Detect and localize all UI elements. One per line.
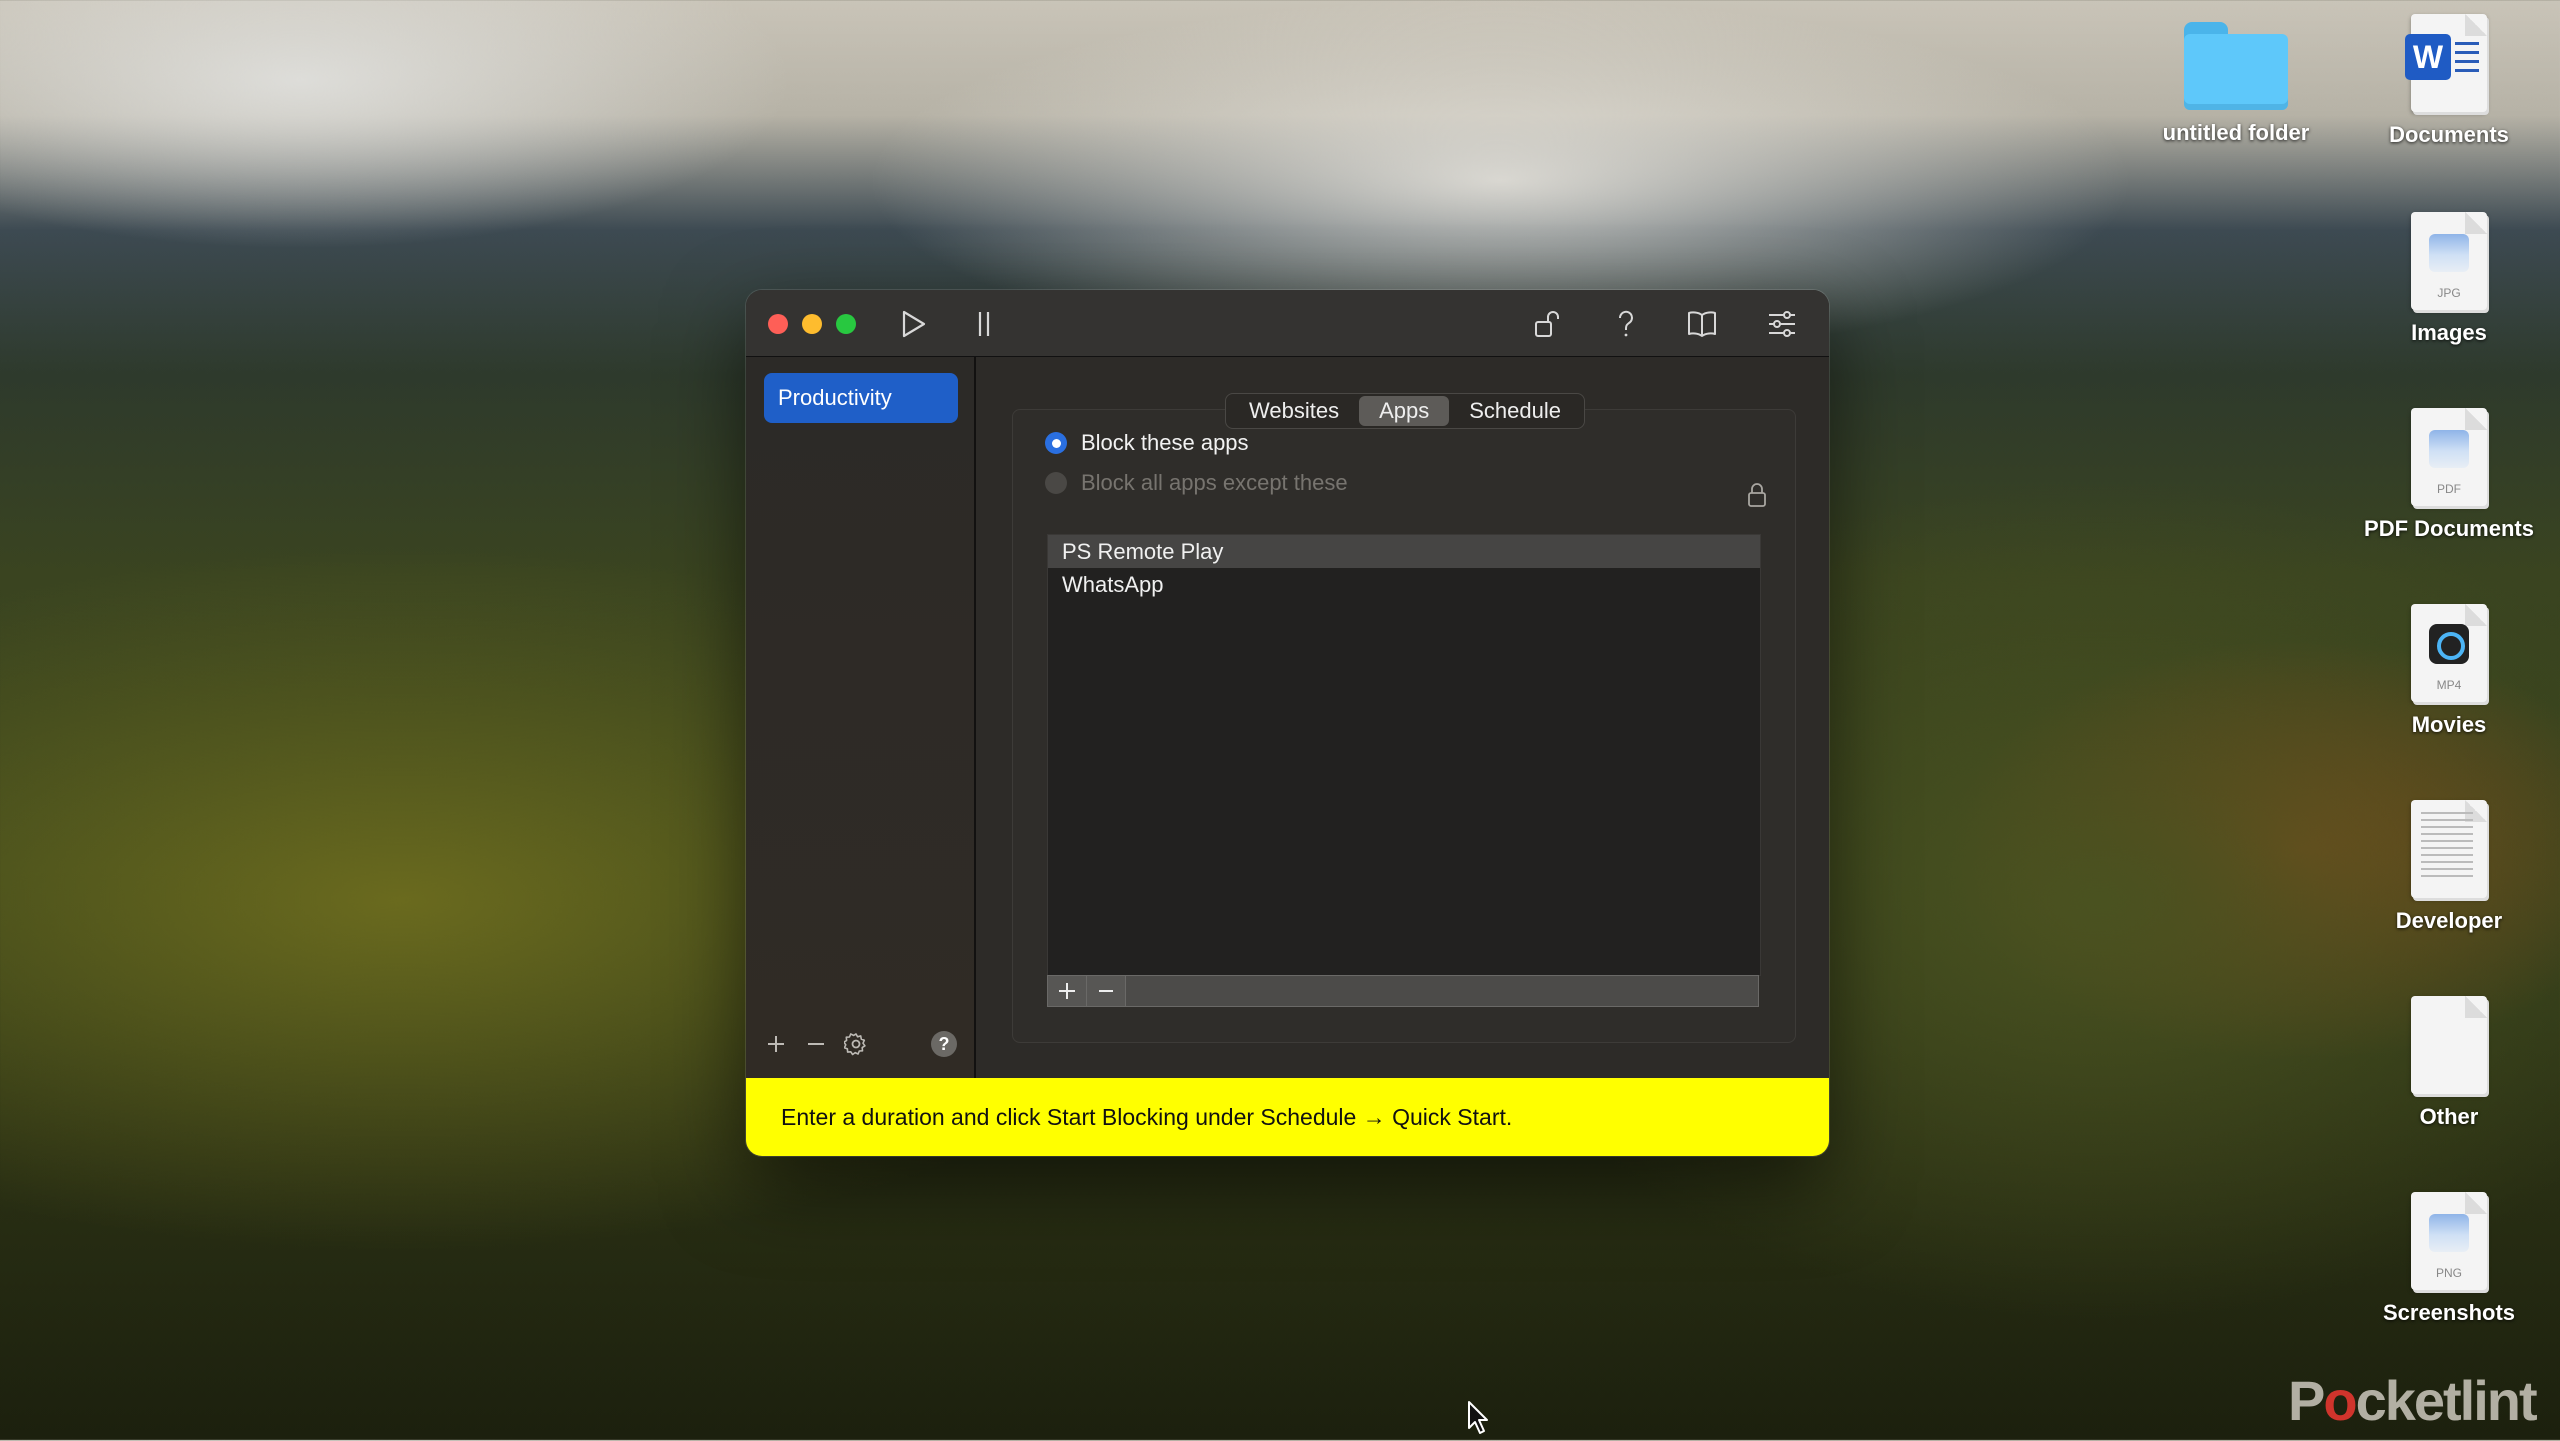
blocked-apps-list: PS Remote Play WhatsApp	[1047, 534, 1761, 976]
help-circle-icon: ?	[931, 1031, 957, 1057]
add-app-button[interactable]	[1048, 976, 1087, 1006]
sidebar-help-button[interactable]: ?	[928, 1028, 960, 1060]
documentation-button[interactable]	[1684, 306, 1720, 342]
desktop-icon-screenshots[interactable]: PNG Screenshots	[2339, 1192, 2559, 1326]
app-window: Productivity ? Websites Apps Schedule Bl…	[746, 290, 1829, 1156]
folder-icon	[2184, 22, 2288, 110]
png-file-icon: PNG	[2411, 1192, 2487, 1290]
play-icon	[902, 310, 926, 338]
desktop-icon-label: Developer	[2395, 908, 2503, 933]
instruction-banner: Enter a duration and click Start Blockin…	[746, 1078, 1829, 1156]
desktop-icon-images[interactable]: JPG Images	[2339, 212, 2559, 346]
sidebar-item-productivity[interactable]: Productivity	[764, 373, 958, 423]
app-name: WhatsApp	[1062, 572, 1164, 597]
tab-bar: Websites Apps Schedule	[1225, 393, 1585, 429]
desktop-icon-label: Other	[2419, 1104, 2479, 1129]
desktop-icon-label: PDF Documents	[2364, 516, 2534, 541]
pause-blocking-button[interactable]	[966, 306, 1002, 342]
radio-block-all-except[interactable]: Block all apps except these	[1045, 468, 1348, 498]
title-bar	[746, 290, 1829, 357]
plus-icon	[768, 1036, 784, 1052]
desktop-icon-other[interactable]: Other	[2339, 996, 2559, 1130]
desktop-icon-label: Documents	[2389, 122, 2509, 147]
sidebar-toolbar: ?	[746, 1028, 974, 1064]
word-document-icon: W	[2405, 14, 2487, 112]
list-item[interactable]: PS Remote Play	[1048, 535, 1760, 568]
unlock-button[interactable]	[1530, 306, 1566, 342]
watermark-text: P	[2288, 1369, 2325, 1432]
tab-schedule[interactable]: Schedule	[1449, 396, 1581, 426]
desktop-icon-documents[interactable]: W Documents	[2339, 14, 2559, 148]
text-document-icon	[2411, 800, 2487, 898]
pdf-file-icon: PDF	[2411, 408, 2487, 506]
book-icon	[1688, 311, 1716, 337]
desktop-icon-label: untitled folder	[2162, 120, 2310, 145]
list-item[interactable]: WhatsApp	[1048, 568, 1760, 601]
desktop-icon-pdf-documents[interactable]: PDF PDF Documents	[2339, 408, 2559, 542]
tab-apps[interactable]: Apps	[1359, 396, 1450, 426]
add-blocklist-button[interactable]	[760, 1028, 792, 1060]
power-icon: o	[2323, 1369, 2357, 1432]
sidebar-item-label: Productivity	[778, 385, 892, 410]
radio-unselected-indicator	[1045, 472, 1067, 494]
radio-label: Block all apps except these	[1081, 470, 1348, 495]
radio-block-these-apps[interactable]: Block these apps	[1045, 428, 1249, 458]
radio-selected-indicator	[1045, 432, 1067, 454]
question-mark-icon	[1618, 310, 1633, 337]
mouse-cursor-icon	[1467, 1400, 1491, 1441]
watermark-text: cketlint	[2355, 1369, 2538, 1432]
jpg-file-icon: JPG	[2411, 212, 2487, 310]
desktop-icon-label: Movies	[2411, 712, 2487, 737]
desktop-icon-untitled-folder[interactable]: untitled folder	[2126, 22, 2346, 146]
desktop-icon-label: Screenshots	[2382, 1300, 2516, 1325]
desktop-icon-developer[interactable]: Developer	[2339, 800, 2559, 934]
desktop-icon-movies[interactable]: MP4 Movies	[2339, 604, 2559, 738]
plus-icon	[1059, 983, 1075, 999]
minus-icon	[808, 1043, 824, 1045]
zoom-window-button[interactable]	[836, 314, 856, 334]
help-button[interactable]	[1608, 306, 1644, 342]
pause-icon	[978, 312, 990, 336]
mp4-file-icon: MP4	[2411, 604, 2487, 702]
list-toolbar	[1047, 975, 1759, 1007]
close-window-button[interactable]	[768, 314, 788, 334]
main-content: Websites Apps Schedule Block these apps …	[976, 357, 1829, 1078]
unlock-icon	[1535, 311, 1559, 337]
pocketlint-watermark: Pocketlint	[2288, 1368, 2538, 1433]
minimize-window-button[interactable]	[802, 314, 822, 334]
gear-icon	[844, 1033, 866, 1056]
tab-websites[interactable]: Websites	[1229, 396, 1359, 426]
remove-app-button[interactable]	[1087, 976, 1126, 1006]
blank-document-icon	[2411, 996, 2487, 1094]
start-blocking-button[interactable]	[896, 306, 932, 342]
preferences-button[interactable]	[1764, 306, 1800, 342]
radio-label: Block these apps	[1081, 430, 1249, 455]
app-name: PS Remote Play	[1062, 539, 1224, 564]
lock-icon	[1747, 482, 1767, 513]
sliders-icon	[1769, 311, 1795, 337]
desktop-icon-label: Images	[2411, 320, 2487, 345]
sidebar: Productivity ?	[746, 357, 976, 1078]
blocklist-settings-button[interactable]	[840, 1028, 872, 1060]
apps-panel: Websites Apps Schedule Block these apps …	[1012, 393, 1796, 1043]
remove-blocklist-button[interactable]	[800, 1028, 832, 1060]
minus-icon	[1099, 990, 1113, 992]
